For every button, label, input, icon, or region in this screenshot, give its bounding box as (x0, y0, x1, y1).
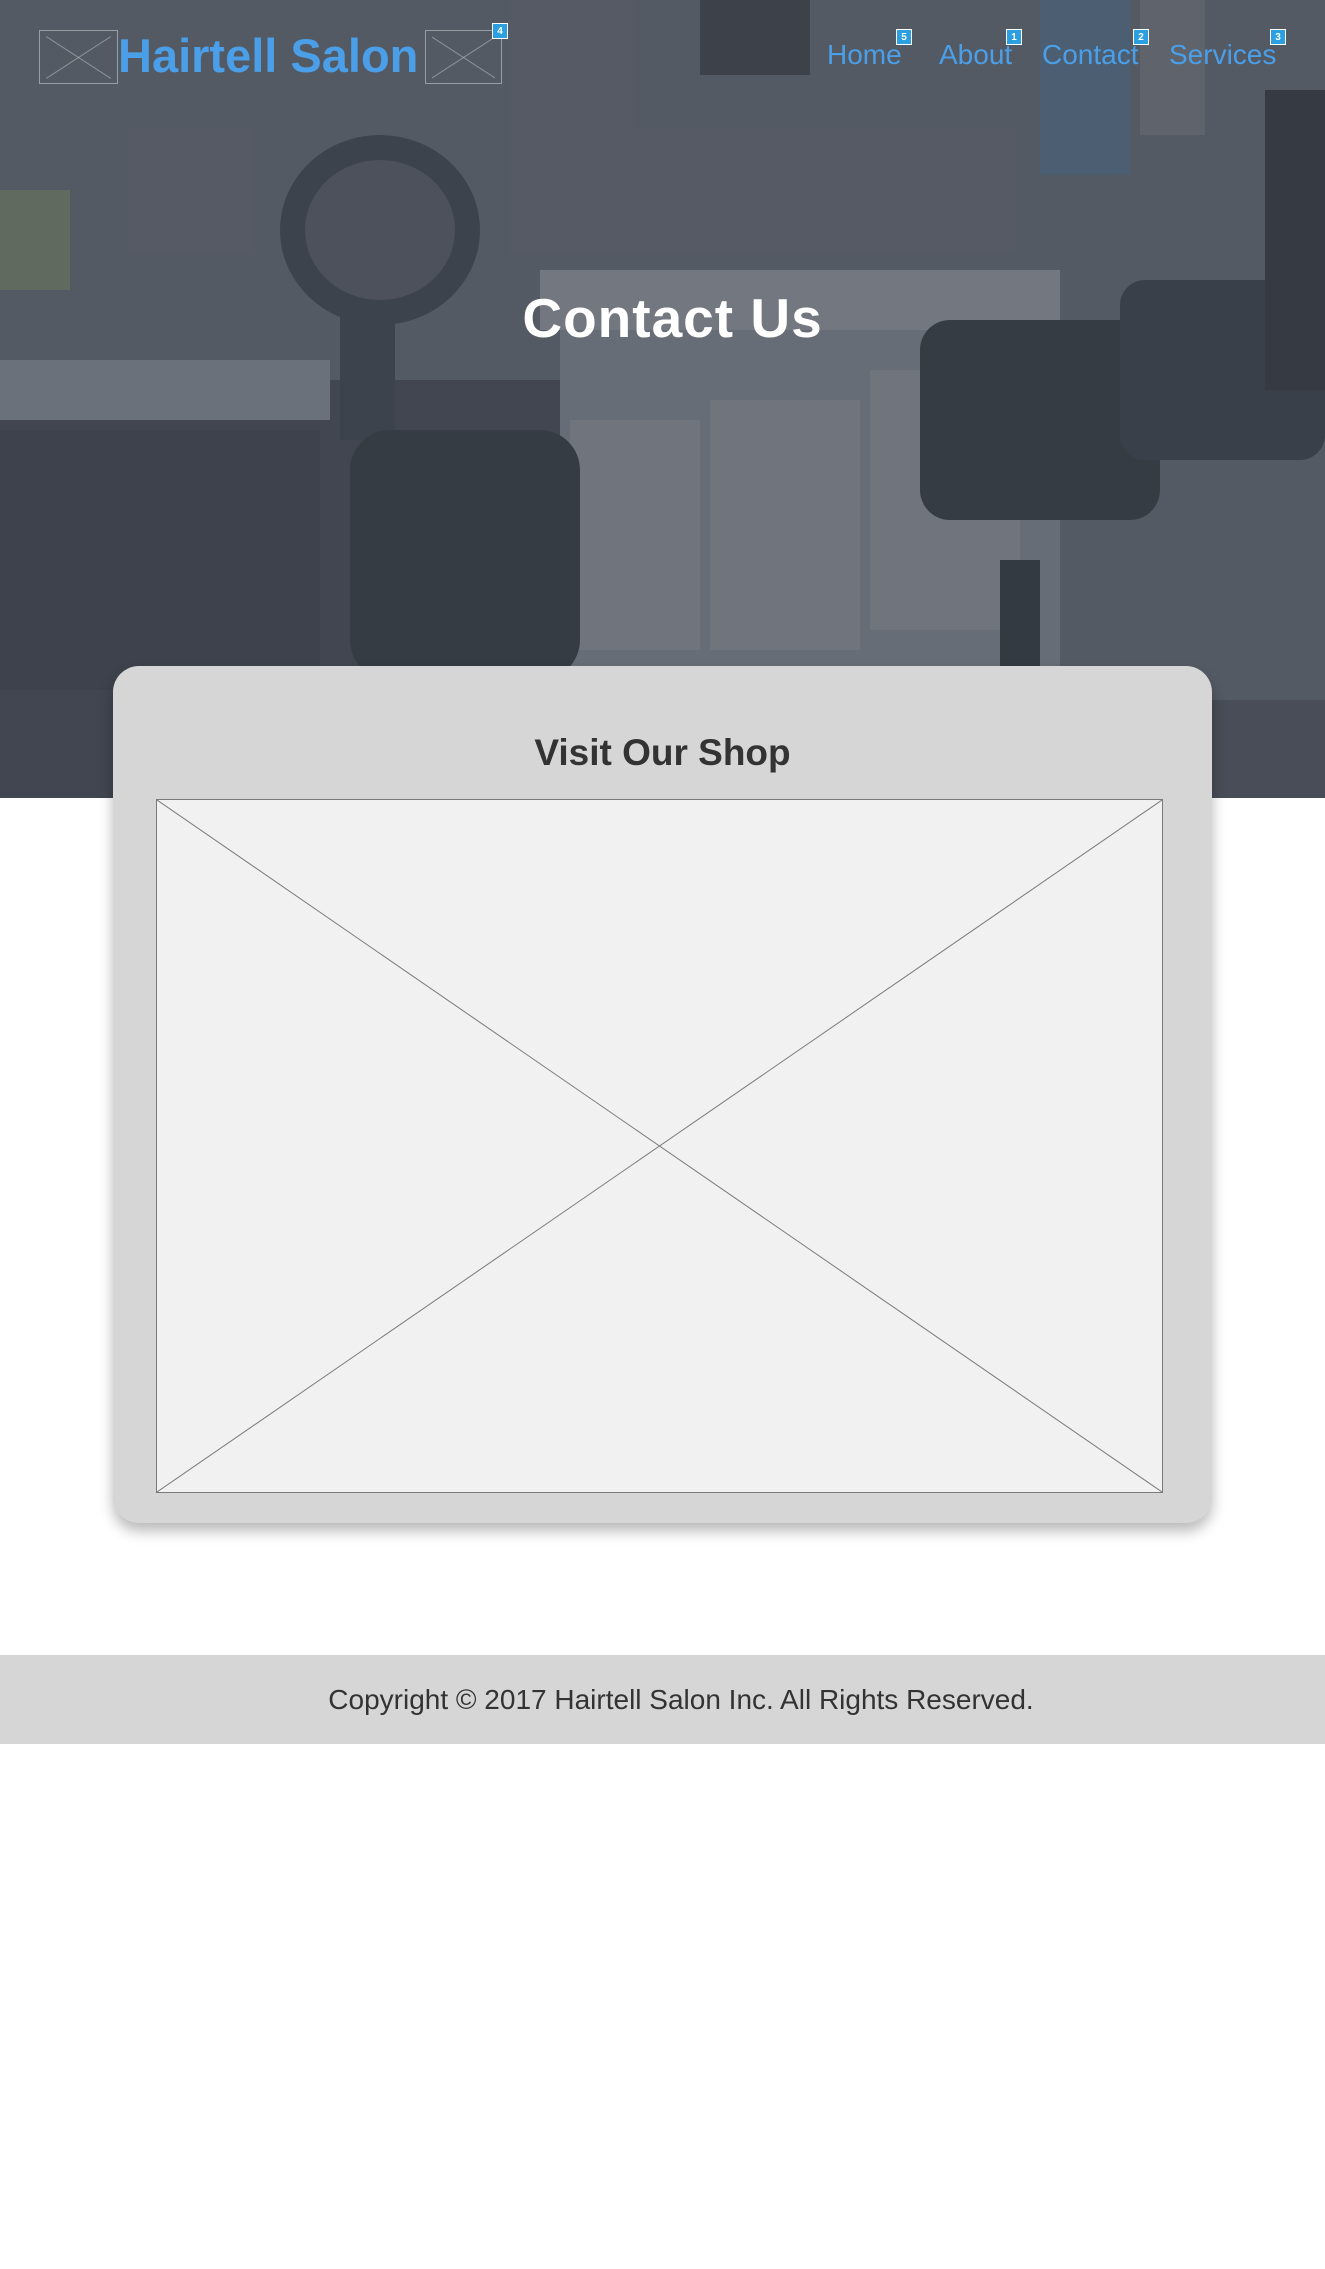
nav-home-link[interactable]: Home (827, 38, 902, 72)
logo-image-placeholder-right (425, 30, 502, 84)
map-embed-placeholder[interactable] (156, 799, 1163, 1493)
nav-about-link[interactable]: About (939, 38, 1012, 72)
visit-shop-heading: Visit Our Shop (534, 732, 791, 773)
visit-shop-card: Visit Our Shop (113, 666, 1212, 1523)
brand-badge: 4 (492, 23, 508, 39)
brand-logo-link[interactable]: Hairtell Salon (118, 26, 418, 86)
nav-contact-link[interactable]: Contact (1042, 38, 1139, 72)
nav-services-link[interactable]: Services (1169, 38, 1276, 72)
nav-services-badge: 3 (1270, 29, 1286, 45)
nav-about-badge: 1 (1006, 29, 1022, 45)
page-title: Contact Us (522, 287, 823, 349)
copyright-text: Copyright © 2017 Hairtell Salon Inc. All… (328, 1684, 1034, 1715)
image-placeholder-icon (157, 800, 1162, 1492)
nav-home-badge: 5 (896, 29, 912, 45)
nav-contact-badge: 2 (1133, 29, 1149, 45)
logo-image-placeholder-left (39, 30, 118, 84)
site-footer: Copyright © 2017 Hairtell Salon Inc. All… (0, 1655, 1325, 1744)
